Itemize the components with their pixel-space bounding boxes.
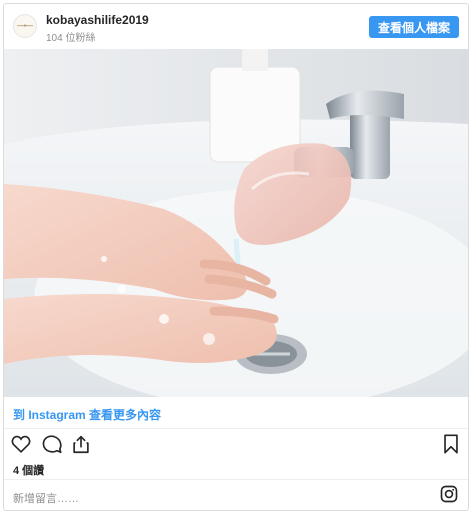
comment-icon[interactable] bbox=[41, 433, 63, 455]
avatar-logo-icon bbox=[17, 24, 33, 27]
instagram-embed-card: kobayashilife2019 104 位粉絲 查看個人檔案 到 Insta… bbox=[3, 3, 469, 511]
photo-illustration bbox=[4, 49, 468, 397]
heart-icon[interactable] bbox=[10, 433, 32, 455]
divider bbox=[4, 479, 468, 480]
avatar[interactable] bbox=[13, 14, 37, 38]
add-comment-placeholder[interactable]: 新增留言…… bbox=[13, 490, 79, 506]
post-image[interactable] bbox=[4, 49, 468, 397]
like-count[interactable]: 4 個讚 bbox=[13, 462, 44, 478]
instagram-icon[interactable] bbox=[440, 485, 458, 503]
share-icon[interactable] bbox=[70, 433, 92, 455]
username[interactable]: kobayashilife2019 bbox=[46, 13, 149, 27]
post-header: kobayashilife2019 104 位粉絲 查看個人檔案 bbox=[4, 4, 468, 49]
view-more-on-instagram-link[interactable]: 到 Instagram 查看更多內容 bbox=[13, 406, 161, 423]
bookmark-icon[interactable] bbox=[440, 433, 462, 455]
action-bar bbox=[10, 433, 462, 457]
view-profile-button[interactable]: 查看個人檔案 bbox=[368, 16, 459, 38]
follower-count: 104 位粉絲 bbox=[46, 33, 96, 44]
divider bbox=[4, 428, 468, 429]
